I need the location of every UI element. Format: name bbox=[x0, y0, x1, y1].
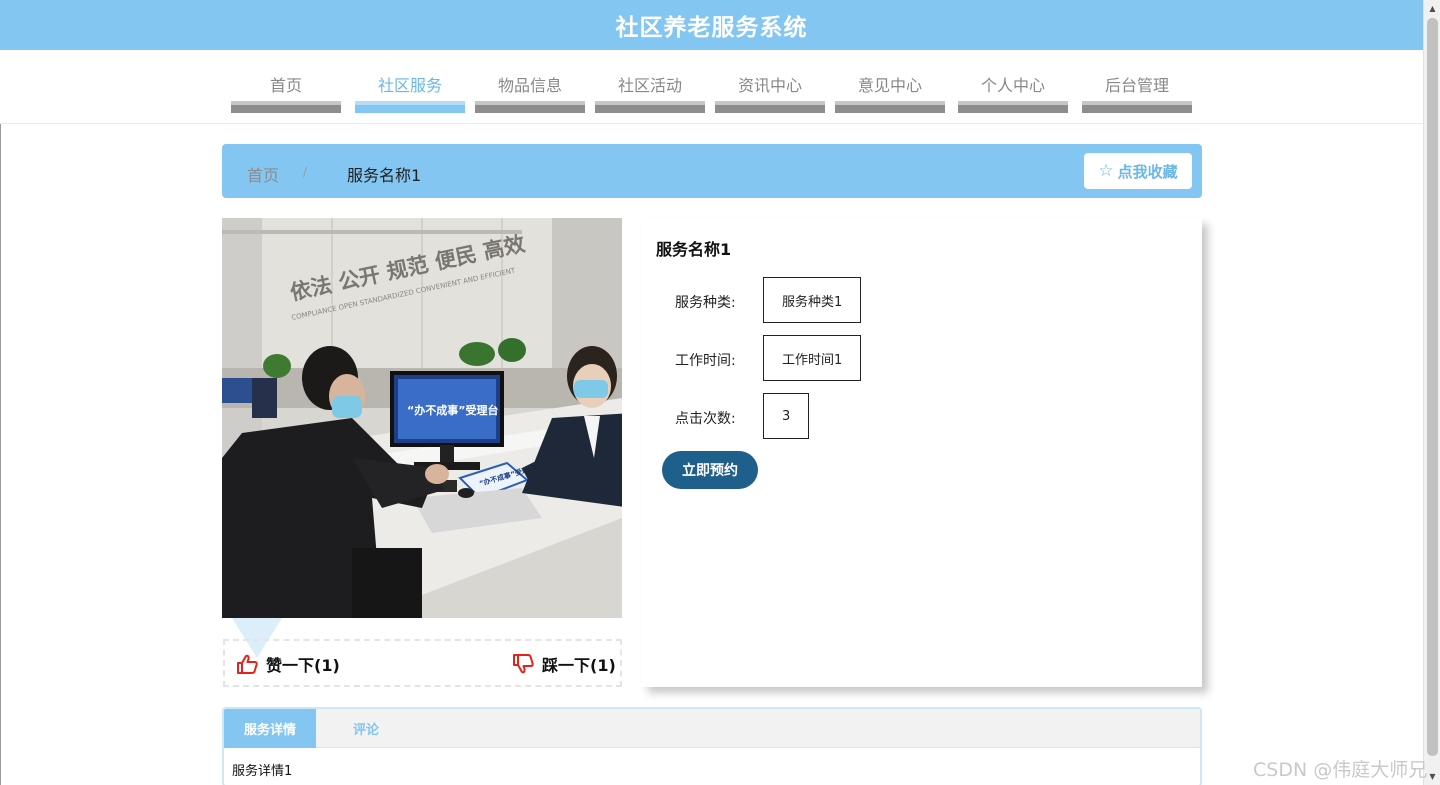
page: 社区养老服务系统 首页 社区服务 物品信息 社区活动 资讯中心 意见中心 个人中… bbox=[0, 0, 1440, 785]
nav-item-label: 个人中心 bbox=[980, 76, 1045, 95]
breadcrumb-current: 服务名称1 bbox=[347, 166, 422, 185]
nav-item-label: 后台管理 bbox=[1104, 76, 1169, 95]
content-left-border bbox=[0, 124, 1, 785]
tab-bar: 服务详情 评论 bbox=[224, 709, 1200, 748]
main-nav: 首页 社区服务 物品信息 社区活动 资讯中心 意见中心 个人中心 后台管理 bbox=[0, 50, 1423, 124]
nav-item-community-activities[interactable]: 社区活动 bbox=[595, 50, 705, 114]
nav-item-label: 社区活动 bbox=[617, 76, 682, 95]
nav-item-bar bbox=[595, 101, 705, 113]
click-count-label: 点击次数: bbox=[675, 411, 736, 427]
dislike-button[interactable]: 踩一下(1) bbox=[512, 652, 616, 676]
nav-item-goods-info[interactable]: 物品信息 bbox=[475, 50, 585, 114]
photo-screen-text: “办不成事”受理台 bbox=[407, 403, 498, 417]
site-title: 社区养老服务系统 bbox=[615, 15, 808, 41]
nav-item-label: 物品信息 bbox=[497, 76, 562, 95]
page-scrollbar[interactable]: ▲ ▼ bbox=[1423, 0, 1440, 785]
nav-item-news-center[interactable]: 资讯中心 bbox=[715, 50, 825, 114]
breadcrumb: 首页 / 服务名称1 ☆ 点我收藏 bbox=[222, 144, 1202, 198]
nav-item-bar bbox=[715, 101, 825, 113]
scroll-up-arrow-icon[interactable]: ▲ bbox=[1424, 0, 1440, 17]
nav-item-admin[interactable]: 后台管理 bbox=[1082, 50, 1192, 114]
nav-item-bar bbox=[475, 101, 585, 113]
book-now-button[interactable]: 立即预约 bbox=[662, 451, 758, 489]
nav-item-feedback-center[interactable]: 意见中心 bbox=[835, 50, 945, 114]
vote-box: 赞一下(1) 踩一下(1) bbox=[223, 639, 622, 687]
nav-item-bar bbox=[835, 101, 945, 113]
site-header: 社区养老服务系统 bbox=[0, 0, 1423, 50]
watermark: CSDN @伟庭大师兄 bbox=[1253, 759, 1428, 781]
tab-content: 服务详情1 bbox=[232, 764, 293, 779]
scrollbar-thumb[interactable] bbox=[1427, 18, 1438, 756]
service-photo-illustration: 依法 公开 规范 便民 高效 COMPLIANCE OPEN STANDARDI… bbox=[222, 218, 622, 618]
category-label: 服务种类: bbox=[675, 295, 736, 311]
thumbs-down-icon bbox=[513, 654, 534, 674]
breadcrumb-home-link[interactable]: 首页 bbox=[247, 162, 279, 186]
star-outline-icon: ☆ bbox=[1098, 160, 1114, 181]
nav-item-home[interactable]: 首页 bbox=[231, 50, 341, 114]
nav-item-label: 社区服务 bbox=[377, 76, 442, 95]
nav-item-label: 意见中心 bbox=[857, 76, 922, 95]
service-photo: 依法 公开 规范 便民 高效 COMPLIANCE OPEN STANDARDI… bbox=[222, 218, 622, 618]
thumbs-up-icon bbox=[237, 654, 258, 674]
service-info-card: 服务名称1 服务种类: 服务种类1 工作时间: 工作时间1 点击次数: 3 立即… bbox=[642, 218, 1202, 687]
work-hours-value: 工作时间1 bbox=[763, 335, 862, 381]
tab-comments[interactable]: 评论 bbox=[316, 709, 416, 748]
favorite-button[interactable]: ☆ 点我收藏 bbox=[1084, 153, 1192, 189]
favorite-button-label: 点我收藏 bbox=[1117, 162, 1178, 181]
service-name: 服务名称1 bbox=[656, 240, 732, 259]
nav-item-bar bbox=[1082, 101, 1192, 113]
nav-item-bar bbox=[355, 101, 465, 113]
nav-item-bar bbox=[231, 101, 341, 113]
nav-item-bar bbox=[958, 101, 1068, 113]
dislike-label: 踩一下(1) bbox=[542, 656, 616, 675]
detail-tabs: 服务详情 评论 服务详情1 bbox=[222, 707, 1202, 785]
nav-item-label: 资讯中心 bbox=[737, 76, 802, 95]
tab-service-details[interactable]: 服务详情 bbox=[224, 709, 316, 748]
breadcrumb-separator: / bbox=[303, 165, 308, 179]
category-value: 服务种类1 bbox=[763, 277, 862, 323]
work-hours-label: 工作时间: bbox=[675, 353, 736, 369]
like-button[interactable]: 赞一下(1) bbox=[236, 652, 340, 676]
nav-item-label: 首页 bbox=[269, 76, 302, 95]
nav-item-community-service[interactable]: 社区服务 bbox=[355, 50, 465, 114]
like-label: 赞一下(1) bbox=[266, 656, 340, 675]
nav-item-personal-center[interactable]: 个人中心 bbox=[958, 50, 1068, 114]
click-count-value: 3 bbox=[763, 393, 810, 439]
